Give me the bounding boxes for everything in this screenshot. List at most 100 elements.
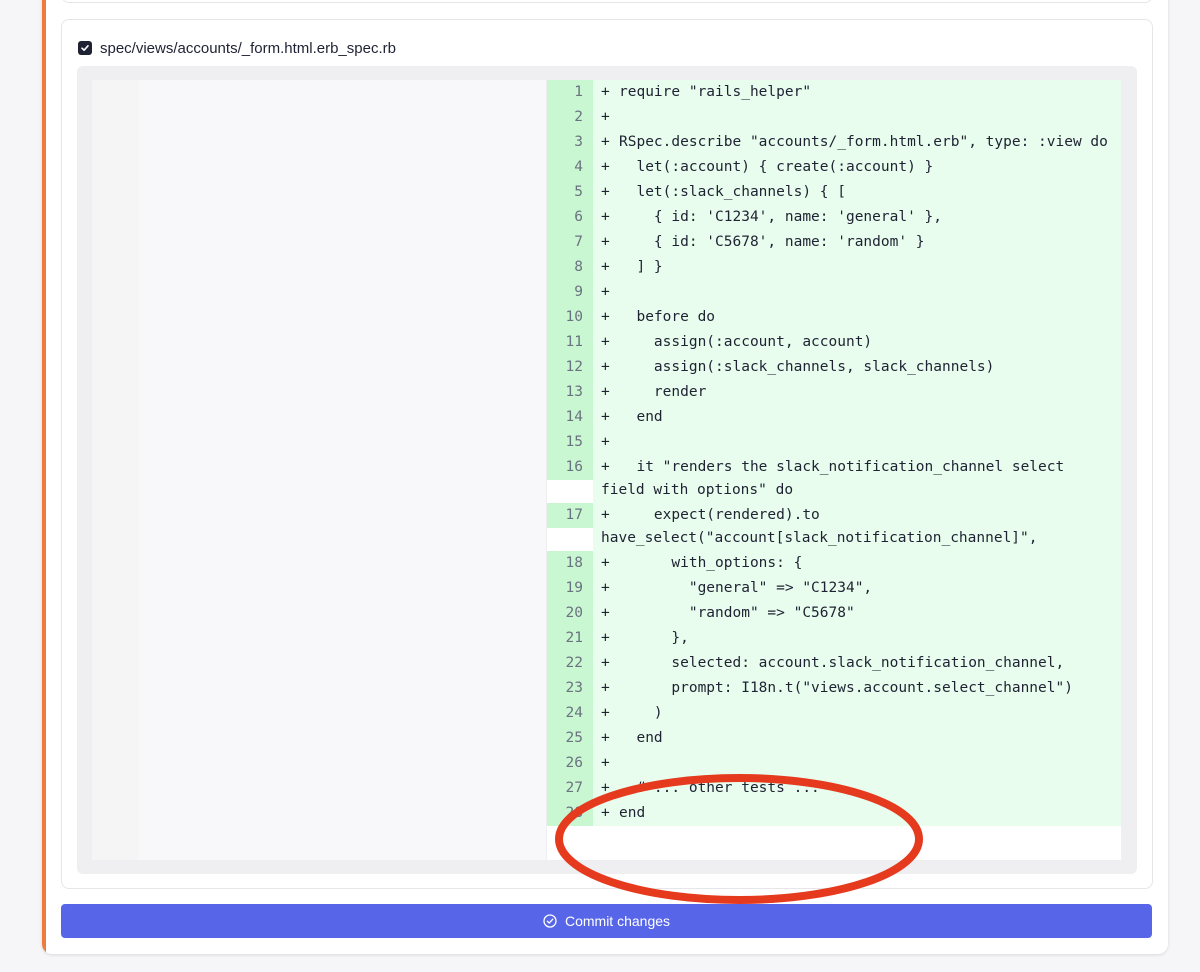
line-number: 24	[547, 701, 593, 726]
line-number: 16	[547, 455, 593, 480]
code-text: require "rails_helper"	[619, 84, 812, 100]
line-code: + require "rails_helper"	[593, 80, 1121, 105]
added-marker: +	[601, 334, 610, 350]
file-name: spec/views/accounts/_form.html.erb_spec.…	[100, 39, 396, 57]
added-marker: +	[601, 259, 610, 275]
added-marker: +	[601, 159, 610, 175]
line-code: + expect(rendered).to have_select("accou…	[593, 503, 1121, 551]
added-marker: +	[601, 755, 610, 771]
diff-line: 9 +	[547, 280, 1121, 305]
file-header: spec/views/accounts/_form.html.erb_spec.…	[78, 38, 396, 58]
added-marker: +	[601, 705, 610, 721]
line-code: + )	[593, 701, 1121, 726]
line-number: 18	[547, 551, 593, 576]
diff-line: 3 + RSpec.describe "accounts/_form.html.er…	[547, 130, 1121, 155]
diff-line: 1 + require "rails_helper"	[547, 80, 1121, 105]
line-code: + before do	[593, 305, 1121, 330]
previous-file-card	[61, 0, 1153, 3]
old-line-gutter	[92, 80, 139, 860]
added-marker: +	[601, 459, 610, 475]
added-marker: +	[601, 109, 610, 125]
line-number: 21	[547, 626, 593, 651]
added-marker: +	[601, 384, 610, 400]
line-number: 7	[547, 230, 593, 255]
line-code: + prompt: I18n.t("views.account.select_c…	[593, 676, 1121, 701]
added-marker: +	[601, 84, 610, 100]
line-number: 19	[547, 576, 593, 601]
added-marker: +	[601, 680, 610, 696]
accent-bar	[42, 0, 46, 954]
diff-line: 20 + "random" => "C5678"	[547, 601, 1121, 626]
commit-changes-label: Commit changes	[564, 913, 671, 929]
old-content-pane	[139, 80, 546, 860]
line-number: 1	[547, 80, 593, 105]
added-marker: +	[601, 434, 610, 450]
code-text: assign(:account, account)	[619, 334, 873, 350]
commit-changes-button[interactable]: Commit changes	[61, 904, 1152, 938]
code-text: selected: account.slack_notification_cha…	[619, 655, 1065, 671]
line-number: 17	[547, 503, 593, 528]
line-number: 13	[547, 380, 593, 405]
added-marker: +	[601, 409, 610, 425]
code-text: with_options: {	[619, 555, 803, 571]
added-marker: +	[601, 284, 610, 300]
file-card: spec/views/accounts/_form.html.erb_spec.…	[61, 19, 1153, 889]
diff-line: 16 + it "renders the slack_notification_c…	[547, 455, 1121, 503]
added-marker: +	[601, 184, 610, 200]
diff-view: 1 + require "rails_helper" 2 +3 + RSpec.descri…	[77, 66, 1137, 874]
line-number: 5	[547, 180, 593, 205]
line-code: + end	[593, 405, 1121, 430]
line-number: 2	[547, 105, 593, 130]
diff-line: 10 + before do	[547, 305, 1121, 330]
code-text: RSpec.describe "accounts/_form.html.erb"…	[619, 134, 1108, 150]
code-text: let(:slack_channels) { [	[619, 184, 846, 200]
code-text: before do	[619, 309, 716, 325]
diff-line: 7 + { id: 'C5678', name: 'random' }	[547, 230, 1121, 255]
line-code: + # ... other tests ...	[593, 776, 1121, 801]
line-code: + let(:account) { create(:account) }	[593, 155, 1121, 180]
diff-line: 22 + selected: account.slack_notification…	[547, 651, 1121, 676]
file-checkbox[interactable]	[78, 41, 92, 55]
diff-line: 18 + with_options: {	[547, 551, 1121, 576]
added-marker: +	[601, 605, 610, 621]
line-number: 22	[547, 651, 593, 676]
added-marker: +	[601, 309, 610, 325]
added-marker: +	[601, 730, 610, 746]
line-code: + let(:slack_channels) { [	[593, 180, 1121, 205]
added-marker: +	[601, 580, 610, 596]
code-text: )	[619, 705, 663, 721]
diff-line: 8 + ] }	[547, 255, 1121, 280]
line-number: 23	[547, 676, 593, 701]
line-code: + { id: 'C1234', name: 'general' },	[593, 205, 1121, 230]
new-content-pane: 1 + require "rails_helper" 2 +3 + RSpec.descri…	[547, 80, 1121, 860]
diff-line: 28 + end	[547, 801, 1121, 826]
line-number: 12	[547, 355, 593, 380]
diff-line: 2 +	[547, 105, 1121, 130]
diff-line: 15 +	[547, 430, 1121, 455]
diff-line: 17 + expect(rendered).to have_select("acc…	[547, 503, 1121, 551]
code-text: assign(:slack_channels, slack_channels)	[619, 359, 995, 375]
added-marker: +	[601, 780, 610, 796]
line-code: + { id: 'C5678', name: 'random' }	[593, 230, 1121, 255]
added-marker: +	[601, 134, 610, 150]
diff-line: 13 + render	[547, 380, 1121, 405]
added-marker: +	[601, 805, 610, 821]
line-code: + with_options: {	[593, 551, 1121, 576]
diff-line: 23 + prompt: I18n.t("views.account.select…	[547, 676, 1121, 701]
code-text: { id: 'C5678', name: 'random' }	[619, 234, 925, 250]
line-number: 20	[547, 601, 593, 626]
line-code: + assign(:slack_channels, slack_channels…	[593, 355, 1121, 380]
diff-line: 4 + let(:account) { create(:account) }	[547, 155, 1121, 180]
line-code: +	[593, 105, 1121, 130]
line-number: 28	[547, 801, 593, 826]
code-text: render	[619, 384, 707, 400]
line-number: 8	[547, 255, 593, 280]
diff-line: 19 + "general" => "C1234",	[547, 576, 1121, 601]
code-text: end	[619, 409, 663, 425]
line-code: + assign(:account, account)	[593, 330, 1121, 355]
code-text: it "renders the slack_notification_chann…	[601, 459, 1073, 498]
line-number: 4	[547, 155, 593, 180]
code-text: ] }	[619, 259, 663, 275]
code-text: { id: 'C1234', name: 'general' },	[619, 209, 943, 225]
line-number: 14	[547, 405, 593, 430]
